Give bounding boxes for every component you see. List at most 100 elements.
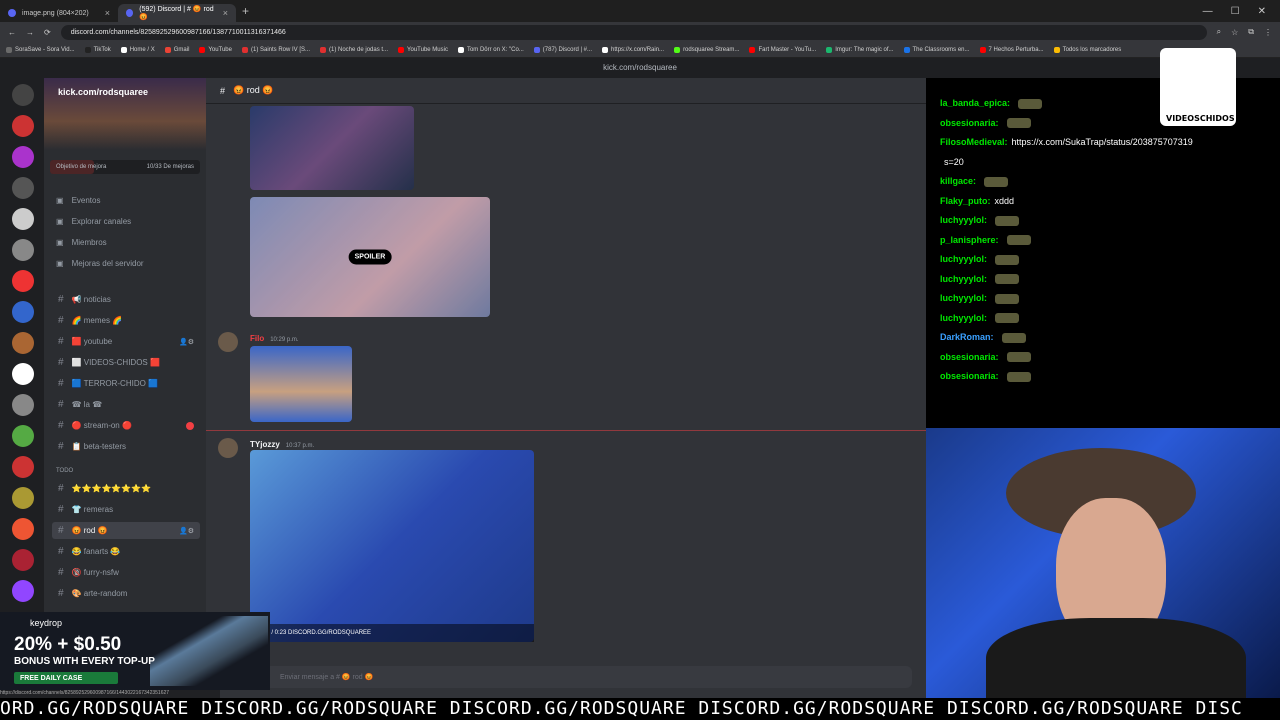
channel-item[interactable]: # ⬜ VIDEOS-CHIDOS 🟥 (52, 354, 200, 371)
forward-icon[interactable]: → (26, 28, 34, 37)
chat-username: DarkRoman: (940, 332, 994, 342)
close-tab-icon[interactable]: × (223, 8, 228, 18)
message-composer[interactable]: Enviar mensaje a # 😡 rod 😡 (220, 666, 912, 688)
attachment-image[interactable] (250, 106, 414, 190)
server-icon[interactable] (12, 580, 34, 602)
browser-tab[interactable]: image.png (804×202) × (0, 4, 118, 22)
server-icon[interactable] (12, 239, 34, 261)
server-icon[interactable] (12, 549, 34, 571)
channel-item[interactable]: # ⭐⭐⭐⭐⭐⭐⭐⭐ (52, 480, 200, 497)
channel-item[interactable]: # 👕 remeras (52, 501, 200, 518)
channel-settings-icon[interactable]: 👤⚙ (179, 338, 194, 346)
channel-item[interactable]: # 🔞 furry-nsfw (52, 564, 200, 581)
server-icon[interactable] (12, 456, 34, 478)
mention-badge (186, 421, 194, 430)
server-icon[interactable] (12, 301, 34, 323)
avatar[interactable] (218, 332, 238, 352)
chat-username: la_banda_epica: (940, 98, 1011, 108)
bookmark-label: Fart Master - YouTu... (758, 46, 817, 53)
bookmark[interactable]: Imgur: The magic of... (826, 46, 894, 53)
bookmark[interactable]: (1) Noche de jodas t... (320, 46, 388, 53)
keydrop-ad[interactable]: keydrop 20% + $0.50 BONUS WITH EVERY TOP… (0, 612, 270, 690)
boost-progress[interactable]: Objetivo de mejora 10/33 De mejoras (50, 160, 200, 174)
nav-item-label: Eventos (71, 196, 101, 205)
zoom-icon[interactable]: ⌕ (1217, 27, 1221, 37)
maximize-icon[interactable]: ☐ (1231, 6, 1240, 17)
close-tab-icon[interactable]: × (105, 8, 110, 18)
avatar[interactable] (218, 438, 238, 458)
channel-settings-icon[interactable]: 👤⚙ (179, 527, 194, 535)
bookmark[interactable]: TikTok (84, 46, 111, 53)
category-label[interactable]: TODO (56, 468, 73, 474)
server-icon[interactable] (12, 208, 34, 230)
bookmark[interactable]: Fart Master - YouTu... (749, 46, 817, 53)
video-player[interactable]: 0:15 / 0:23 DISCORD.GG/RODSQUAREE (250, 450, 534, 642)
author-name[interactable]: TYjozzy (250, 440, 280, 449)
server-icon[interactable] (12, 146, 34, 168)
server-icon[interactable] (12, 115, 34, 137)
stream-chat-message: obsesionaria: (940, 371, 1031, 382)
minimize-icon[interactable]: — (1203, 6, 1213, 17)
menu-icon[interactable]: ⋮ (1264, 28, 1272, 37)
bookmark[interactable]: Todos los marcadores (1053, 46, 1121, 53)
guild-nav-item[interactable]: ▣ Mejoras del servidor (56, 259, 144, 268)
server-icon[interactable] (12, 84, 34, 106)
guild-nav-item[interactable]: ▣ Explorar canales (56, 217, 131, 226)
new-tab-icon[interactable]: + (242, 4, 249, 18)
server-icon[interactable] (12, 270, 34, 292)
channel-item[interactable]: # 🟦 TERROR-CHIDO 🟦 (52, 375, 200, 392)
url-field[interactable]: discord.com/channels/825892529600987166/… (60, 24, 1207, 40)
bookmark-star-icon[interactable]: ☆ (1231, 28, 1238, 37)
guild-nav-item[interactable]: ▣ Eventos (56, 196, 100, 205)
guild-name[interactable]: kick.com/rodsquaree (58, 87, 148, 97)
channel-item[interactable]: # 📢 noticias (52, 291, 200, 308)
emote-icon (1001, 332, 1026, 343)
spoiler-image[interactable]: SPOILER (250, 197, 490, 317)
channel-item[interactable]: # 🌈 memes 🌈 (52, 312, 200, 329)
server-icon[interactable] (12, 518, 34, 540)
server-icon[interactable] (12, 487, 34, 509)
server-icon[interactable] (12, 394, 34, 416)
bookmark[interactable]: The Classrooms en... (903, 46, 970, 53)
message-author[interactable]: TYjozzy 10:37 p.m. (250, 440, 314, 449)
attachment-image[interactable] (250, 346, 352, 422)
bookmark[interactable]: rodsquaree Stream... (674, 46, 739, 53)
channel-item[interactable]: # 📋 beta-testers (52, 438, 200, 455)
bookmark[interactable]: Tom Dörr on X: "Co... (457, 46, 524, 53)
video-controls[interactable]: 0:15 / 0:23 DISCORD.GG/RODSQUAREE (250, 624, 534, 642)
bookmark[interactable]: 7 Hechos Perturba... (979, 46, 1044, 53)
server-icon[interactable] (12, 332, 34, 354)
bookmark[interactable]: SoraSave - Sora Vid... (6, 46, 75, 53)
server-icon[interactable] (12, 425, 34, 447)
channel-item[interactable]: # 😡 rod 😡 👤⚙ (52, 522, 200, 539)
bookmark[interactable]: YouTube Music (398, 46, 448, 53)
server-icon[interactable] (12, 177, 34, 199)
server-icon[interactable] (12, 363, 34, 385)
chat-header-title: 😡 rod 😡 (233, 85, 274, 95)
bookmark-label: 7 Hechos Perturba... (988, 46, 1044, 53)
window-controls: — ☐ ✕ (1203, 6, 1280, 17)
guild-nav-item[interactable]: ▣ Miembros (56, 238, 107, 247)
bookmark[interactable]: Gmail (164, 46, 189, 53)
bookmark[interactable]: https://x.com/Rain... (602, 46, 664, 53)
back-icon[interactable]: ← (8, 28, 16, 37)
reload-icon[interactable]: ⟳ (44, 28, 51, 37)
message-author[interactable]: Filo 10:29 p.m. (250, 334, 299, 343)
close-window-icon[interactable]: ✕ (1258, 6, 1266, 17)
bookmark[interactable]: (787) Discord | #... (533, 46, 592, 53)
author-name[interactable]: Filo (250, 334, 264, 343)
ad-cta-button[interactable]: FREE DAILY CASE (14, 672, 118, 684)
extensions-icon[interactable]: ⧉ (1248, 27, 1254, 37)
bookmark[interactable]: YouTube (199, 46, 232, 53)
chat-username: luchyyylol: (940, 273, 988, 284)
browser-tab-active[interactable]: (592) Discord | # 😡 rod 😡 × (118, 4, 236, 22)
channel-item[interactable]: # ☎ la ☎ (52, 396, 200, 413)
bookmark[interactable]: Home / X (120, 46, 155, 53)
bookmark[interactable]: (1) Saints Row IV [S... (241, 46, 310, 53)
channel-item[interactable]: # 🔴 stream-on 🔴 (52, 417, 200, 434)
stream-chat-message: luchyyylol: (940, 293, 1020, 304)
channel-item[interactable]: # 🟥 youtube 👤⚙ (52, 333, 200, 350)
channel-item[interactable]: # 🎨 arte-random (52, 585, 200, 602)
channel-item[interactable]: # 😂 fanarts 😂 (52, 543, 200, 560)
nav-item-label: Explorar canales (71, 217, 132, 226)
